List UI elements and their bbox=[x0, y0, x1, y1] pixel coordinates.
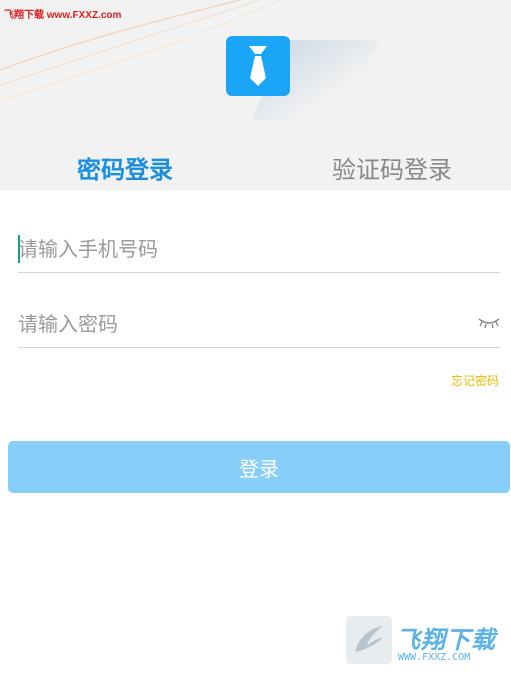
watermark-bottom: 飞翔下载 WWW.FXXZ.COM bbox=[346, 616, 501, 666]
forgot-password-link[interactable]: 忘记密码 bbox=[451, 372, 499, 389]
text-caret bbox=[18, 235, 20, 263]
watermark-brand: 飞翔下载 bbox=[396, 626, 496, 654]
login-button[interactable]: 登录 bbox=[8, 441, 510, 493]
password-input[interactable] bbox=[18, 309, 458, 339]
watermark-logo bbox=[346, 616, 392, 664]
tab-password-login[interactable]: 密码登录 bbox=[77, 150, 173, 185]
wing-icon bbox=[355, 626, 383, 652]
tie-icon bbox=[249, 46, 267, 86]
login-tabs: 密码登录 验证码登录 bbox=[0, 140, 511, 190]
watermark-top: 飞翔下载 www.FXXZ.com bbox=[4, 10, 122, 21]
phone-input[interactable] bbox=[18, 234, 458, 264]
phone-field bbox=[18, 222, 500, 273]
header: 飞翔下载 www.FXXZ.com 密码登录 验证码登录 bbox=[0, 0, 511, 190]
app-logo bbox=[226, 36, 290, 96]
eye-closed-icon[interactable] bbox=[478, 317, 500, 329]
tab-code-login[interactable]: 验证码登录 bbox=[332, 150, 452, 185]
password-field bbox=[18, 297, 500, 348]
watermark-url: WWW.FXXZ.COM bbox=[398, 652, 471, 663]
